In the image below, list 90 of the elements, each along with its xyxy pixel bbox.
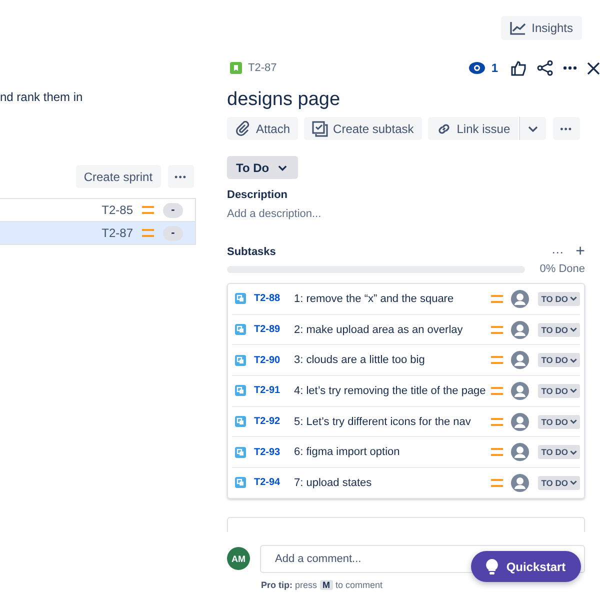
add-button[interactable]: + <box>576 245 585 259</box>
close-icon[interactable] <box>587 62 600 74</box>
caret-icon <box>570 327 577 332</box>
priority-icon <box>491 326 504 334</box>
pro-tip-text: Pro tip: press M to comment <box>261 580 384 590</box>
attach-button[interactable]: Attach <box>227 117 298 140</box>
quickstart-button[interactable]: Quickstart <box>471 551 581 582</box>
subtask-title[interactable]: 3: clouds are a little too big <box>294 354 492 366</box>
trend-chart-icon <box>510 21 526 35</box>
issue-key: T2-87 <box>102 226 133 240</box>
caret-icon <box>570 480 577 486</box>
insights-button[interactable]: Insights <box>500 16 582 40</box>
subtask-key[interactable]: T2-92 <box>254 416 294 428</box>
subtask-title[interactable]: 1: remove the “x” and the square <box>294 292 492 305</box>
subtask-title[interactable]: 2: make upload area as an overlay <box>294 324 492 336</box>
subtask-icon <box>235 293 246 304</box>
caret-icon <box>570 358 577 363</box>
subtask-key[interactable]: T2-93 <box>254 446 294 458</box>
paperclip-icon <box>235 120 251 136</box>
subtask-key[interactable]: T2-89 <box>254 324 294 336</box>
estimate-badge: - <box>163 202 183 218</box>
user-avatar-icon <box>511 351 530 370</box>
priority-icon <box>491 294 504 303</box>
subtask-icon <box>235 385 246 396</box>
more-button[interactable]: ··· <box>552 245 564 259</box>
user-avatar-icon <box>511 382 530 400</box>
status-dropdown[interactable]: TO DO <box>538 353 580 368</box>
subtask-icon <box>235 324 246 336</box>
status-dropdown[interactable]: TO DO <box>538 384 580 398</box>
description-heading: Description <box>227 189 289 201</box>
subtask-key[interactable]: T2-91 <box>254 385 294 396</box>
status-dropdown[interactable]: TO DO <box>538 292 580 306</box>
issue-key: T2-85 <box>102 203 133 217</box>
issue-key: T2-87 <box>248 62 277 74</box>
eye-icon <box>469 62 486 74</box>
priority-icon <box>491 448 504 456</box>
create-subtask-button[interactable]: Create subtask <box>304 117 422 140</box>
subtask-key[interactable]: T2-90 <box>254 354 294 366</box>
caret-icon <box>528 126 538 132</box>
watch-button[interactable]: 1 <box>466 61 501 75</box>
user-avatar-icon <box>511 290 530 308</box>
caret-icon <box>570 419 577 424</box>
status-dropdown[interactable]: To Do <box>227 156 298 179</box>
subtask-key[interactable]: T2-88 <box>254 293 294 304</box>
priority-icon <box>491 356 504 364</box>
subtask-key[interactable]: T2-94 <box>254 477 294 488</box>
priority-icon <box>142 206 154 214</box>
caret-icon <box>570 388 577 394</box>
backlog-row[interactable]: T2-87 - <box>0 222 196 245</box>
user-avatar-icon <box>511 320 530 339</box>
share-icon[interactable] <box>537 60 553 76</box>
caret-icon <box>570 450 577 455</box>
priority-icon <box>491 478 504 487</box>
subtask-icon <box>235 416 246 428</box>
subtask-title[interactable]: 7: upload states <box>294 476 492 489</box>
issue-title: designs page <box>227 89 342 111</box>
caret-icon <box>278 164 288 170</box>
status-dropdown[interactable]: TO DO <box>538 322 580 337</box>
checkbox-icon <box>312 120 328 136</box>
more-icon[interactable] <box>563 66 577 70</box>
priority-icon <box>491 418 504 426</box>
subtask-title[interactable]: 6: figma import option <box>294 446 492 458</box>
user-avatar-icon <box>511 443 530 462</box>
more-button[interactable]: ••• <box>553 117 580 140</box>
subtasks-heading: Subtasks <box>227 246 276 258</box>
estimate-badge: - <box>163 226 183 240</box>
link-issue-button[interactable]: Link issue <box>428 117 518 140</box>
subtask-icon <box>235 446 246 458</box>
subtask-icon <box>235 354 246 366</box>
priority-icon <box>491 386 504 395</box>
status-dropdown[interactable]: TO DO <box>538 414 580 429</box>
user-avatar: AM <box>227 547 250 570</box>
subtask-title[interactable]: 5: Let’s try different icons for the nav <box>294 416 492 428</box>
user-avatar-icon <box>511 474 530 492</box>
user-avatar-icon <box>511 412 530 431</box>
status-dropdown[interactable]: TO DO <box>538 445 580 460</box>
create-sprint-button[interactable]: Create sprint <box>76 165 161 188</box>
subtask-icon <box>235 477 246 488</box>
more-button[interactable]: ••• <box>168 165 194 188</box>
description-field[interactable]: Add a description... <box>227 208 585 220</box>
lightbulb-icon <box>486 558 498 574</box>
subtask-title[interactable]: 4: let’s try removing the title of the page <box>294 384 492 397</box>
dropdown-button[interactable] <box>519 117 546 140</box>
story-icon <box>230 62 242 74</box>
status-dropdown[interactable]: TO DO <box>538 476 580 490</box>
thumbs-up-icon[interactable] <box>511 60 527 76</box>
priority-icon <box>142 229 154 237</box>
progress-reading: 0% Done <box>540 263 585 275</box>
caret-icon <box>570 296 577 302</box>
description-text: nd rank them in <box>0 90 84 104</box>
